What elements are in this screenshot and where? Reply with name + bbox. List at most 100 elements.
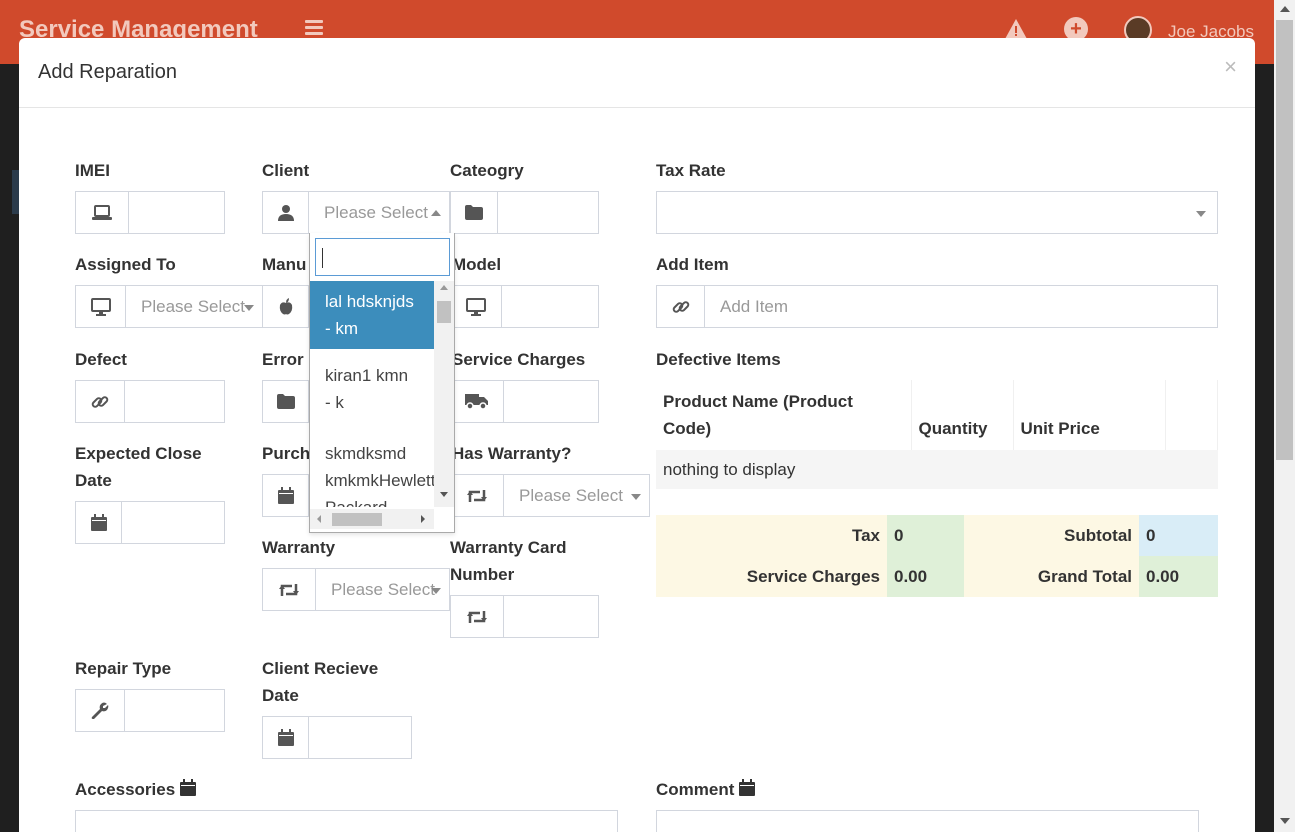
dropdown-horizontal-scrollbar[interactable] — [310, 509, 434, 529]
assigned-to-value: Please Select — [141, 296, 245, 316]
tax-label: Tax — [656, 515, 887, 556]
menu-icon[interactable] — [305, 20, 323, 36]
accessories-textarea[interactable] — [75, 810, 618, 832]
add-item-input[interactable]: Add Item — [705, 285, 1218, 328]
option-text: Packard - — [325, 498, 398, 507]
retweet-icon — [450, 595, 504, 638]
client-select[interactable]: Please Select — [309, 191, 450, 234]
scroll-up-icon[interactable] — [1280, 6, 1290, 12]
client-label: Client — [262, 161, 310, 180]
caret-down-icon — [631, 494, 641, 500]
service-charges-total-value: 0.00 — [887, 556, 964, 597]
caret-down-icon — [431, 588, 441, 594]
has-warranty-value: Please Select — [519, 485, 623, 505]
label-text: Accessories — [75, 780, 176, 799]
desktop-icon — [75, 285, 126, 328]
scroll-down-icon[interactable] — [434, 489, 454, 501]
dropdown-option[interactable]: kiran1 kmn - k — [310, 355, 434, 423]
page-scrollbar[interactable] — [1274, 0, 1295, 832]
table-row: nothing to display — [656, 450, 1218, 489]
label-line: Date — [75, 471, 112, 490]
retweet-icon — [450, 474, 504, 517]
has-warranty-label: Has Warranty? — [452, 444, 572, 463]
warranty-select[interactable]: Please Select — [316, 568, 450, 611]
retweet-icon — [262, 568, 316, 611]
dropdown-option[interactable]: lal hdsknjds - km — [310, 281, 434, 349]
defective-items-table: Product Name (Product Code) Quantity Uni… — [656, 380, 1218, 489]
comment-textarea[interactable] — [656, 810, 1199, 832]
calendar-icon — [179, 779, 196, 796]
label-text: Comment — [656, 780, 735, 799]
apple-icon — [262, 285, 309, 328]
service-charges-input[interactable] — [504, 380, 599, 423]
model-input-group — [450, 285, 599, 328]
accessories-label: Accessories — [75, 776, 196, 803]
warranty-card-input-group — [450, 595, 599, 638]
defect-label: Defect — [75, 350, 127, 369]
scroll-right-icon[interactable] — [418, 513, 428, 525]
add-item-label: Add Item — [656, 255, 729, 274]
service-charges-input-group — [450, 380, 599, 423]
label-line: Number — [450, 565, 515, 584]
assigned-to-label: Assigned To — [75, 255, 176, 274]
service-charges-label: Service Charges — [452, 350, 586, 369]
scroll-left-icon[interactable] — [314, 513, 324, 525]
warning-icon[interactable] — [1004, 18, 1028, 40]
expected-close-input-group — [75, 501, 225, 544]
tax-rate-select[interactable] — [656, 191, 1218, 234]
table-row: Service Charges 0.00 Grand Total 0.00 — [656, 556, 1218, 597]
repair-type-input[interactable] — [125, 689, 225, 732]
grand-total-label: Grand Total — [964, 556, 1139, 597]
category-label: Cateogry — [450, 161, 524, 180]
warranty-input-group: Please Select — [262, 568, 450, 611]
model-input[interactable] — [502, 285, 599, 328]
assigned-to-input-group: Please Select — [75, 285, 263, 328]
option-text: skmdksmd — [325, 444, 407, 463]
dropdown-options: lal hdsknjds - km kiran1 kmn - k skmdksmd k… — [310, 281, 434, 507]
text-cursor — [322, 248, 323, 268]
client-receive-input[interactable] — [309, 716, 412, 759]
table-row: Tax 0 Subtotal 0 — [656, 515, 1218, 556]
dropdown-option[interactable]: skmdksmd kmkmkHewlett Packard - — [310, 433, 434, 507]
purchase-label: Purch — [262, 444, 311, 463]
expected-close-input[interactable] — [122, 501, 225, 544]
folder-icon — [262, 380, 309, 423]
label-line: Warranty Card — [450, 538, 567, 557]
scroll-thumb[interactable] — [332, 513, 382, 526]
comment-label: Comment — [656, 776, 756, 803]
label-line: Expected Close — [75, 444, 202, 463]
column-header: Unit Price — [1013, 380, 1166, 450]
imei-label: IMEI — [75, 161, 110, 180]
link-icon — [75, 380, 125, 423]
scroll-thumb[interactable] — [1276, 20, 1293, 460]
wrench-icon — [75, 689, 125, 732]
caret-up-icon — [431, 210, 441, 216]
scroll-down-icon[interactable] — [1280, 818, 1290, 824]
dropdown-vertical-scrollbar[interactable] — [434, 281, 454, 507]
column-header — [1165, 380, 1218, 450]
warranty-label: Warranty — [262, 538, 336, 557]
add-item-input-group: Add Item — [656, 285, 1218, 328]
dropdown-search-input[interactable] — [315, 238, 450, 276]
has-warranty-select[interactable]: Please Select — [504, 474, 650, 517]
user-icon — [262, 191, 309, 234]
has-warranty-input-group: Please Select — [450, 474, 650, 517]
scroll-up-icon[interactable] — [434, 281, 454, 293]
client-dropdown: lal hdsknjds - km kiran1 kmn - k skmdksmd k… — [309, 233, 455, 533]
tax-value: 0 — [887, 515, 964, 556]
repair-type-label: Repair Type — [75, 659, 172, 678]
scroll-thumb[interactable] — [437, 301, 451, 323]
desktop-icon — [450, 285, 502, 328]
category-input[interactable] — [498, 191, 599, 234]
tax-rate-field[interactable] — [656, 191, 1218, 234]
imei-input[interactable] — [129, 191, 225, 234]
calendar-icon — [262, 474, 309, 517]
warranty-card-input[interactable] — [504, 595, 599, 638]
close-button[interactable]: × — [1224, 54, 1237, 80]
defect-input[interactable] — [125, 380, 225, 423]
assigned-to-select[interactable]: Please Select — [126, 285, 263, 328]
subtotal-value: 0 — [1139, 515, 1218, 556]
caret-down-icon — [1196, 211, 1206, 217]
client-receive-input-group — [262, 716, 412, 759]
subtotal-label: Subtotal — [964, 515, 1139, 556]
